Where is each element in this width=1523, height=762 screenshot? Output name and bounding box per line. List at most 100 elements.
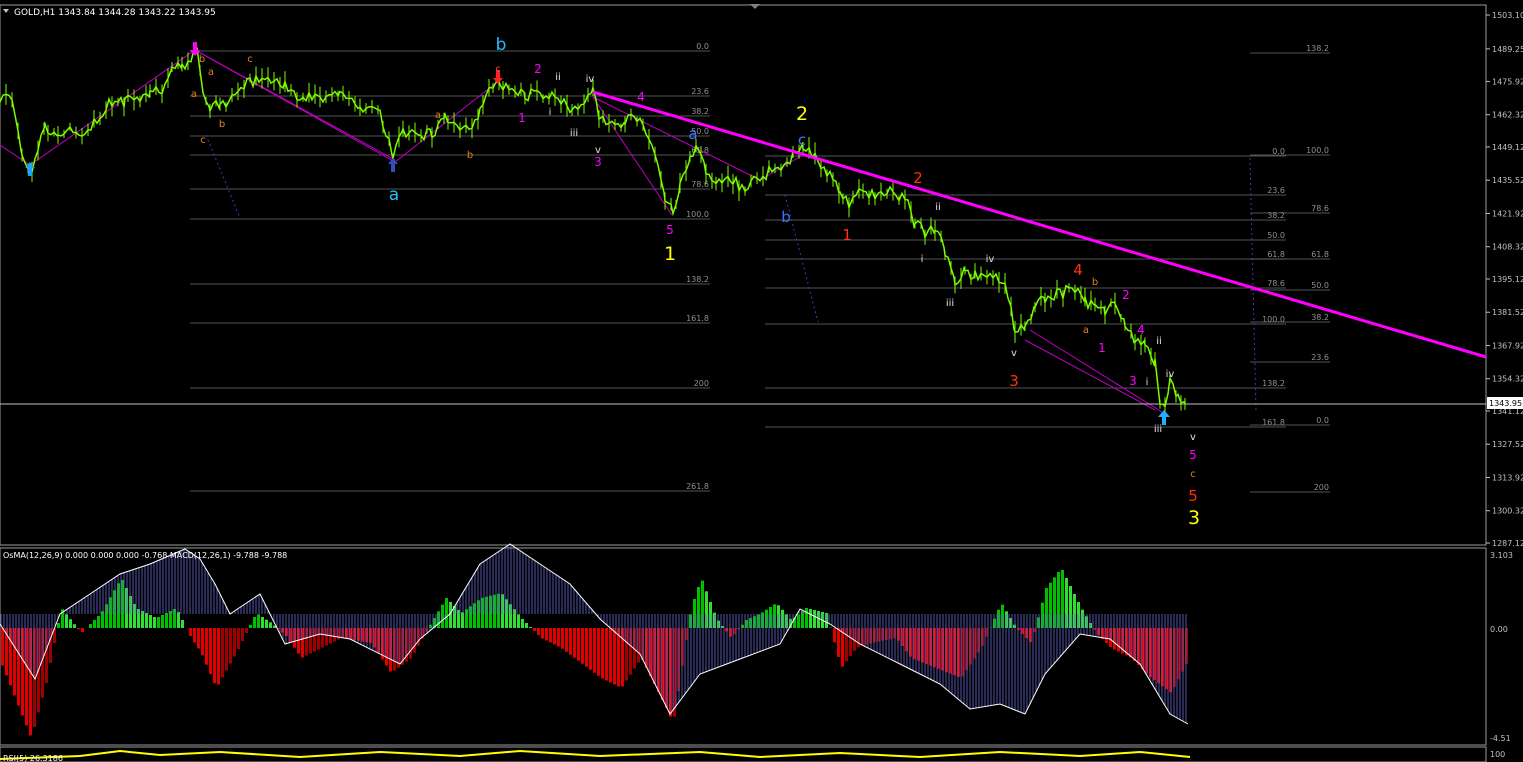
wave-label: 3 (1009, 372, 1019, 390)
osma-bar (1085, 616, 1088, 628)
osma-bar (429, 624, 432, 628)
osma-bar (953, 628, 956, 676)
osma-bar (101, 611, 104, 628)
osma-bar (353, 628, 356, 641)
osma-bar (289, 628, 292, 642)
osma-bar (517, 614, 520, 628)
osma-bar (1045, 588, 1048, 628)
wave-label: b (219, 119, 225, 130)
osma-bar (1049, 582, 1052, 628)
osma-bar (969, 628, 972, 665)
osma-bar (193, 628, 196, 643)
fib-level-label: 50.0 (1267, 231, 1285, 240)
osma-bar (557, 628, 560, 647)
wave-label: v (595, 145, 601, 156)
wave-label: 1 (1098, 341, 1106, 355)
osma-bar (317, 628, 320, 650)
fib-level-label: 78.6 (1267, 279, 1285, 288)
osma-bar (905, 628, 908, 652)
osma-bar (525, 623, 528, 628)
wave-label: a (389, 185, 399, 205)
osma-bar (45, 628, 48, 683)
osma-bar (121, 580, 124, 628)
fib-level-label: 161.8 (1262, 418, 1285, 427)
price-tick-label: 1287.12 (1492, 539, 1523, 548)
wave-label: 2 (796, 103, 808, 125)
osma-bar (217, 628, 220, 685)
osma-bar (753, 616, 756, 628)
osma-bar (1149, 628, 1152, 677)
osma-bar (681, 628, 684, 666)
fib-level-label: 0.0 (1316, 416, 1329, 425)
price-tick-label: 1408.32 (1492, 243, 1523, 252)
osma-bar (141, 611, 144, 628)
osma-bar (949, 628, 952, 674)
osma-bar (461, 612, 464, 628)
fib-level-label: 78.6 (1311, 204, 1329, 213)
osma-bar (1157, 628, 1160, 684)
osma-bar (177, 612, 180, 628)
osma-bar (133, 604, 136, 628)
osma-bar (165, 613, 168, 628)
osma-bar (69, 619, 72, 628)
osma-bar (721, 626, 724, 628)
osma-bar (125, 588, 128, 628)
osma-bar (621, 628, 624, 687)
osma-bar (1145, 628, 1148, 673)
osma-bar (865, 628, 868, 645)
wave-label: 5 (666, 223, 674, 237)
osma-bar (9, 628, 12, 686)
osma-bar (737, 628, 740, 630)
osma-bar (1105, 628, 1108, 643)
osma-bar (229, 628, 232, 664)
osma-bar (1113, 628, 1116, 650)
osma-bar (937, 628, 940, 669)
osma-bar (65, 614, 68, 628)
osma-bar (925, 628, 928, 664)
osma-bar (957, 628, 960, 677)
price-tick-label: 1421.92 (1492, 209, 1523, 218)
osma-bar (245, 628, 248, 633)
fib-level-label: 23.6 (691, 87, 709, 96)
osma-bar (877, 628, 880, 642)
osma-bar (513, 609, 516, 628)
osma-bar (77, 628, 80, 630)
osma-bar (109, 597, 112, 628)
osma-bar (501, 594, 504, 628)
osma-tick: 3.103 (1490, 551, 1513, 560)
wave-label: 5 (1188, 487, 1198, 505)
price-tick-label: 1354.32 (1492, 375, 1523, 384)
rsi-panel[interactable] (0, 746, 1487, 762)
osma-bar (281, 628, 284, 633)
osma-bar (641, 628, 644, 660)
wave-label: a (1083, 325, 1089, 336)
price-tick-label: 1367.92 (1492, 341, 1523, 350)
osma-bar (717, 620, 720, 628)
osma-bar (285, 628, 288, 636)
osma-bar (1161, 628, 1164, 687)
osma-bar (1177, 628, 1180, 680)
osma-bar (965, 628, 968, 671)
osma-bar (933, 628, 936, 668)
osma-bar (1141, 628, 1144, 669)
osma-bar (777, 605, 780, 628)
wave-label: a (191, 89, 197, 100)
wave-label: b (496, 35, 507, 55)
chart-header: GOLD,H1 1343.84 1344.28 1343.22 1343.95 (14, 8, 216, 18)
main-chart-panel[interactable] (0, 4, 1487, 546)
osma-bar (805, 608, 808, 628)
fib-level-label: 200 (694, 379, 709, 388)
osma-bar (265, 619, 268, 628)
osma-bar (837, 628, 840, 657)
osma-bar (1069, 586, 1072, 628)
osma-bar (625, 628, 628, 681)
osma-bar (1169, 628, 1172, 693)
osma-bar (473, 603, 476, 628)
osma-bar (961, 628, 964, 677)
osma-bar (733, 628, 736, 635)
osma-bar (577, 628, 580, 661)
osma-bar (509, 604, 512, 628)
osma-bar (1173, 628, 1176, 688)
fib-level-label: 38.2 (1311, 313, 1329, 322)
fib-level-label: 23.6 (1311, 353, 1329, 362)
